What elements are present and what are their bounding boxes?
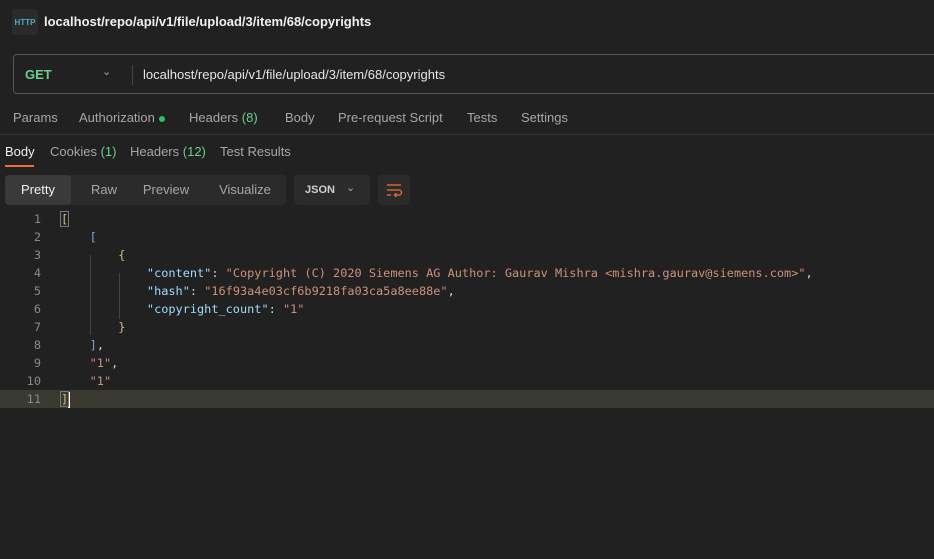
title-bar: HTTP localhost/repo/api/v1/file/upload/3…: [0, 0, 934, 44]
code-token: 9: [33, 356, 41, 370]
code-token: 10: [26, 374, 41, 388]
view-mode-selector: Pretty Raw Preview Visualize: [5, 175, 286, 205]
code-token: }: [118, 320, 126, 334]
tab-label: Cookies: [50, 144, 97, 159]
code-line-current: 11]: [0, 390, 934, 408]
tab-prerequest-script[interactable]: Pre-request Script: [338, 110, 443, 125]
response-body-editor[interactable]: 1[ 2 [ 3 { 4 "content": "Copyright (C) 2…: [0, 210, 934, 408]
active-tab-indicator: [5, 165, 34, 167]
view-raw[interactable]: Raw: [71, 175, 137, 205]
code-token: 2: [33, 230, 41, 244]
count-badge: (8): [241, 110, 258, 125]
code-token: "hash": [146, 284, 190, 298]
request-tabs: Params Authorization Headers (8) Body Pr…: [0, 100, 934, 135]
code-token: :: [268, 302, 283, 316]
view-pretty[interactable]: Pretty: [5, 175, 71, 205]
tab-response-headers[interactable]: Headers (12): [130, 144, 206, 159]
code-token: :: [211, 266, 226, 280]
count-badge: (1): [100, 144, 117, 159]
tab-tests[interactable]: Tests: [467, 110, 497, 125]
count-badge: (12): [182, 144, 206, 159]
http-icon: HTTP: [12, 9, 38, 35]
code-token: 4: [33, 266, 41, 280]
code-line: 4 "content": "Copyright (C) 2020 Siemens…: [0, 264, 934, 282]
tab-body[interactable]: Body: [285, 110, 315, 125]
code-token: 5: [33, 284, 41, 298]
view-visualize[interactable]: Visualize: [209, 175, 281, 205]
code-token: {: [61, 246, 125, 264]
code-token: 7: [33, 320, 41, 334]
code-line: 5 "hash": "16f93a4e03cf6b9218fa03ca5a8ee…: [0, 282, 934, 300]
divider: [132, 65, 133, 85]
code-token: ],: [61, 336, 104, 354]
code-token: [: [59, 211, 70, 227]
tab-label: Headers: [189, 110, 239, 125]
code-token: [: [59, 210, 70, 228]
url-bar: GET ⌄ localhost/repo/api/v1/file/upload/…: [13, 54, 934, 94]
view-preview[interactable]: Preview: [133, 175, 199, 205]
code-token: "1": [89, 356, 112, 370]
code-token: [: [61, 228, 97, 246]
code-token: "16f93a4e03cf6b9218fa03ca5a8ee88e": [204, 284, 448, 298]
code-line: 3 {: [0, 246, 934, 264]
tab-label: Headers: [130, 144, 180, 159]
response-tabs: Body Cookies (1) Headers (12) Test Resul…: [0, 136, 934, 168]
code-line: 10 "1": [0, 372, 934, 390]
format-value: JSON: [305, 184, 335, 196]
code-token: 6: [33, 302, 41, 316]
code-line: 2 [: [0, 228, 934, 246]
code-token: ]: [59, 390, 71, 408]
code-line: 1[: [0, 210, 934, 228]
code-token: 8: [33, 338, 41, 352]
code-token: ,: [96, 338, 104, 352]
code-token: "1",: [61, 354, 119, 372]
code-token: "1": [89, 374, 112, 388]
tab-response-body[interactable]: Body: [5, 144, 35, 159]
text-cursor: [68, 391, 71, 408]
code-token: 11: [26, 392, 41, 406]
code-token: }: [61, 318, 125, 336]
method-select[interactable]: GET: [25, 67, 52, 82]
code-token: ,: [447, 284, 455, 298]
code-line: 9 "1",: [0, 354, 934, 372]
code-line: 8 ],: [0, 336, 934, 354]
tab-test-results[interactable]: Test Results: [220, 144, 291, 159]
tab-authorization[interactable]: Authorization: [79, 110, 165, 125]
code-line: 6 "copyright_count": "1": [0, 300, 934, 318]
tab-params[interactable]: Params: [13, 110, 58, 125]
code-token: [: [89, 230, 97, 244]
code-token: :: [189, 284, 205, 298]
url-input[interactable]: localhost/repo/api/v1/file/upload/3/item…: [143, 67, 445, 82]
tab-settings[interactable]: Settings: [521, 110, 568, 125]
code-token: ,: [805, 266, 813, 280]
code-token: "Copyright (C) 2020 Siemens AG Author: G…: [225, 266, 806, 280]
tab-label: Authorization: [79, 110, 155, 125]
code-token: "hash": "16f93a4e03cf6b9218fa03ca5a8ee88…: [61, 282, 455, 300]
code-token: "content": "Copyright (C) 2020 Siemens A…: [61, 264, 813, 282]
chevron-down-icon[interactable]: ⌄: [102, 65, 111, 78]
code-token: {: [118, 248, 126, 262]
status-dot: [158, 115, 165, 122]
wrap-lines-icon: [387, 184, 403, 198]
code-token: ]: [89, 338, 97, 352]
code-token: ,: [111, 356, 119, 370]
code-token: "copyright_count": "1": [61, 300, 305, 318]
wrap-lines-button[interactable]: [378, 175, 410, 205]
code-token: 1: [33, 212, 41, 226]
chevron-down-icon: ⌄: [346, 182, 356, 194]
code-token: ]: [59, 391, 70, 407]
request-title[interactable]: localhost/repo/api/v1/file/upload/3/item…: [44, 14, 371, 29]
code-line: 7 }: [0, 318, 934, 336]
code-token: "copyright_count": [146, 302, 269, 316]
code-token: "1": [282, 302, 305, 316]
code-token: "content": [146, 266, 212, 280]
tab-headers[interactable]: Headers (8): [189, 110, 258, 125]
code-token: 3: [33, 248, 41, 262]
code-token: "1": [61, 372, 111, 390]
format-select[interactable]: JSON ⌄: [294, 175, 370, 205]
tab-cookies[interactable]: Cookies (1): [50, 144, 116, 159]
